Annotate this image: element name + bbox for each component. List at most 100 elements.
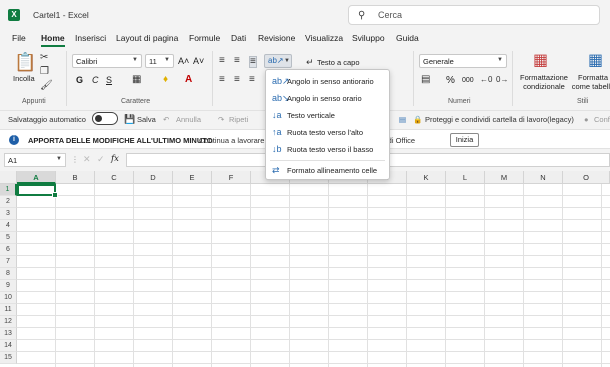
column-header[interactable]: C [95, 171, 134, 184]
wrap-text-icon[interactable]: ↵ [306, 57, 314, 67]
row-header[interactable]: 1 [0, 184, 17, 196]
menu-item-format-cell-alignment[interactable]: ⇄ Formato allineamento celle [266, 162, 389, 179]
row-header[interactable]: 14 [0, 340, 17, 352]
redo-icon[interactable]: ↷ [218, 115, 224, 124]
decrease-decimal-icon[interactable]: 0→ [496, 75, 508, 85]
tab-data[interactable]: Dati [231, 33, 246, 43]
percent-button[interactable]: % [446, 75, 455, 86]
more-icon[interactable]: ⋮ [71, 155, 79, 164]
currency-icon[interactable]: ▤ [421, 75, 430, 85]
undo-icon[interactable]: ↶ [163, 115, 169, 124]
select-all-button[interactable] [0, 171, 17, 184]
thousands-separator-button[interactable]: 000 [462, 77, 474, 84]
menu-item-rotate-down[interactable]: ↓b Ruota testo verso il basso [266, 141, 389, 158]
bold-button[interactable]: G [76, 75, 83, 85]
format-as-table-icon[interactable]: ▦ [588, 53, 603, 69]
protect-share-button[interactable]: Proteggi e condividi cartella di lavoro(… [425, 115, 574, 124]
underline-button[interactable]: S [106, 75, 112, 85]
align-center-icon[interactable]: ≡ [234, 75, 240, 85]
redo-button[interactable]: Ripeti [229, 115, 248, 124]
column-header[interactable]: N [524, 171, 563, 184]
autosave-toggle[interactable] [92, 112, 118, 125]
save-button[interactable]: Salva [137, 115, 156, 124]
row-header[interactable]: 3 [0, 208, 17, 220]
column-header[interactable]: D [134, 171, 173, 184]
shrink-font-button[interactable]: A˅ [193, 56, 204, 66]
conditional-formatting-icon[interactable]: ▦ [533, 53, 548, 69]
row-header[interactable]: 15 [0, 352, 17, 364]
paste-button[interactable]: Incolla [13, 74, 35, 83]
align-middle-icon[interactable]: ≡ [234, 56, 240, 66]
tab-developer[interactable]: Sviluppo [352, 33, 385, 43]
column-header[interactable]: L [446, 171, 485, 184]
number-format-select[interactable]: Generale ▼ [419, 54, 507, 68]
tab-file[interactable]: File [12, 33, 26, 43]
menu-item-label: Testo verticale [287, 111, 335, 120]
row-header[interactable]: 11 [0, 304, 17, 316]
format-painter-icon[interactable]: 🖌 [40, 81, 53, 91]
name-box[interactable]: A1 ▼ [4, 153, 66, 167]
column-header[interactable]: B [56, 171, 95, 184]
paste-icon[interactable]: 📋 [14, 53, 36, 71]
row-header[interactable]: 7 [0, 256, 17, 268]
align-bottom-icon[interactable]: ≡ [249, 56, 257, 68]
confirm-check-icon[interactable]: ✓ [97, 154, 105, 165]
menu-item-rotate-up[interactable]: ↑a Ruota testo verso l'alto [266, 124, 389, 141]
wrap-text-button[interactable]: Testo a capo [317, 58, 360, 67]
tab-review[interactable]: Revisione [258, 33, 295, 43]
increase-decimal-icon[interactable]: ←0 [480, 75, 492, 85]
align-right-icon[interactable]: ≡ [249, 75, 255, 85]
row-header[interactable]: 10 [0, 292, 17, 304]
column-header[interactable]: O [563, 171, 610, 184]
menu-item-rotate-clockwise[interactable]: ab↘ Angolo in senso orario [266, 90, 389, 107]
row-header[interactable]: 12 [0, 316, 17, 328]
align-left-icon[interactable]: ≡ [219, 75, 225, 85]
start-button[interactable]: Inizia [450, 133, 479, 147]
confirm-icon[interactable]: ● [584, 115, 589, 124]
font-color-icon[interactable]: A [185, 75, 192, 85]
row-header[interactable]: 2 [0, 196, 17, 208]
italic-button[interactable]: C [92, 75, 99, 85]
tab-help[interactable]: Guida [396, 33, 419, 43]
row-header[interactable]: 5 [0, 232, 17, 244]
tab-formulas[interactable]: Formule [189, 33, 220, 43]
column-header[interactable]: A [17, 171, 56, 184]
save-icon[interactable]: 💾 [124, 114, 135, 125]
orientation-menu: ab↗ Angolo in senso antiorario ab↘ Angol… [265, 69, 390, 180]
rotate-down-icon: ↓b [272, 144, 282, 154]
active-cell[interactable] [17, 184, 58, 198]
orientation-button[interactable]: ab↗ ▼ [264, 54, 292, 68]
row-header[interactable]: 4 [0, 220, 17, 232]
cancel-icon[interactable]: ✕ [83, 154, 91, 165]
font-name-select[interactable]: Calibri ▼ [72, 54, 142, 68]
borders-icon[interactable]: ▦ [132, 75, 141, 85]
format-as-table-button[interactable]: Formatta come tabella [570, 73, 610, 91]
search-box[interactable]: ⚲ Cerca [348, 5, 600, 25]
row-header[interactable]: 13 [0, 328, 17, 340]
conditional-formatting-button[interactable]: Formattazione condizionale [519, 73, 569, 91]
insert-function-button[interactable]: fx [111, 154, 119, 164]
row-header[interactable]: 6 [0, 244, 17, 256]
fill-color-icon[interactable]: ♦ [163, 75, 168, 85]
menu-item-vertical-text[interactable]: ↓a Testo verticale [266, 107, 389, 124]
font-size-select[interactable]: 11 ▼ [145, 54, 174, 68]
row-header[interactable]: 9 [0, 280, 17, 292]
row-header[interactable]: 8 [0, 268, 17, 280]
tab-home[interactable]: Home [41, 33, 65, 47]
document-icon[interactable]: ▤ [399, 115, 406, 124]
copy-icon[interactable]: ❐ [40, 67, 49, 77]
grow-font-button[interactable]: A˄ [178, 56, 189, 66]
confirm-button[interactable]: Conf [594, 115, 610, 124]
column-header[interactable]: E [173, 171, 212, 184]
undo-button[interactable]: Annulla [176, 115, 201, 124]
tab-insert[interactable]: Inserisci [75, 33, 106, 43]
cut-icon[interactable]: ✂ [40, 53, 48, 63]
column-header[interactable]: F [212, 171, 251, 184]
align-top-icon[interactable]: ≡ [219, 56, 225, 66]
column-header[interactable]: K [407, 171, 446, 184]
column-header[interactable]: M [485, 171, 524, 184]
cell-area[interactable] [17, 184, 610, 367]
tab-page-layout[interactable]: Layout di pagina [116, 33, 178, 43]
menu-item-rotate-counterclockwise[interactable]: ab↗ Angolo in senso antiorario [266, 73, 389, 90]
tab-view[interactable]: Visualizza [305, 33, 343, 43]
